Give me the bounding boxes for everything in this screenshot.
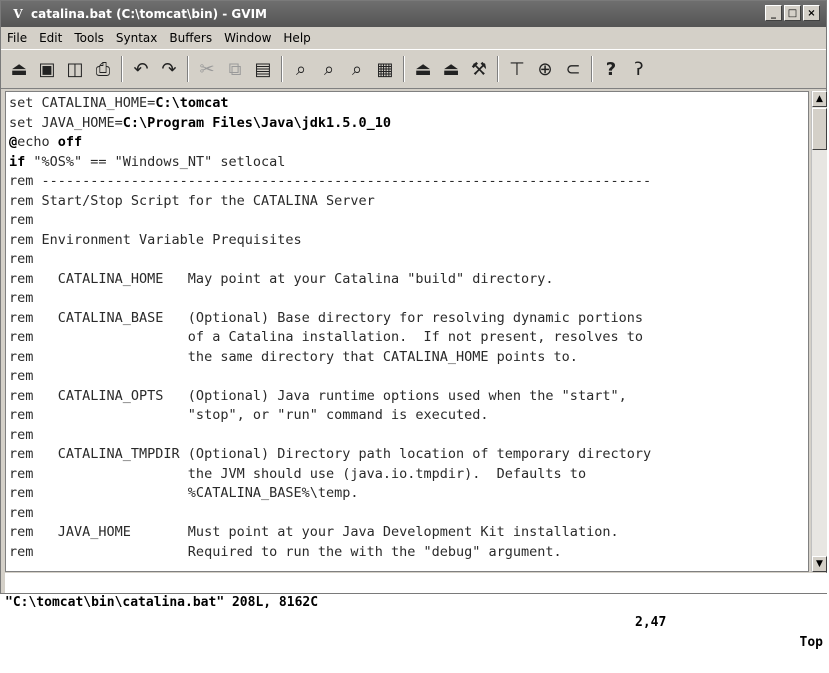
maximize-button[interactable]: □ bbox=[784, 5, 801, 21]
copy-icon[interactable]: ⧉ bbox=[221, 55, 249, 83]
minimize-icon: _ bbox=[771, 7, 776, 19]
buffer-line[interactable]: rem CATALINA_HOME May point at your Cata… bbox=[9, 270, 806, 290]
buffer-line[interactable]: rem CATALINA_BASE (Optional) Base direct… bbox=[9, 309, 806, 329]
window-title: catalina.bat (C:\tomcat\bin) - GVIM bbox=[31, 7, 267, 21]
help-icon[interactable]: ? bbox=[597, 55, 625, 83]
shell-icon[interactable]: ⊤ bbox=[503, 55, 531, 83]
close-icon: × bbox=[807, 7, 816, 19]
menu-syntax[interactable]: Syntax bbox=[110, 31, 163, 45]
save-all-icon[interactable]: ◫ bbox=[61, 55, 89, 83]
find-next-icon[interactable]: ⌕ bbox=[315, 55, 343, 83]
toolbar-separator bbox=[403, 56, 405, 82]
buffer-line[interactable]: rem bbox=[9, 367, 806, 387]
buffer-line[interactable]: if "%OS%" == "Windows_NT" setlocal bbox=[9, 153, 806, 173]
scrollbar-thumb[interactable] bbox=[812, 108, 827, 150]
minimize-button[interactable]: _ bbox=[765, 5, 782, 21]
load-session-icon[interactable]: ▦ bbox=[371, 55, 399, 83]
file-info: "C:\tomcat\bin\catalina.bat" 208L, 8162C bbox=[5, 595, 319, 610]
run-script-icon[interactable]: ⏏ bbox=[437, 55, 465, 83]
find-prev-icon[interactable]: ⌕ bbox=[343, 55, 371, 83]
menu-tools[interactable]: Tools bbox=[68, 31, 110, 45]
text-buffer[interactable]: set CATALINA_HOME=C:\tomcat set JAVA_HOM… bbox=[5, 91, 809, 572]
buffer-line[interactable]: rem bbox=[9, 250, 806, 270]
buffer-line[interactable]: rem "stop", or "run" command is executed… bbox=[9, 406, 806, 426]
buffer-line[interactable]: rem Environment Variable Prequisites bbox=[9, 231, 806, 251]
toolbar-separator bbox=[281, 56, 283, 82]
buffer-line[interactable]: rem CATALINA_TMPDIR (Optional) Directory… bbox=[9, 445, 806, 465]
arrow-down-icon: ▼ bbox=[816, 559, 823, 569]
vim-icon: V bbox=[13, 7, 23, 21]
buffer-line[interactable]: rem of a Catalina installation. If not p… bbox=[9, 328, 806, 348]
arrow-up-icon: ▲ bbox=[816, 94, 823, 104]
make-icon[interactable]: ⚒ bbox=[465, 55, 493, 83]
buffer-line[interactable]: rem the same directory that CATALINA_HOM… bbox=[9, 348, 806, 368]
buffer-line[interactable]: set JAVA_HOME=C:\Program Files\Java\jdk1… bbox=[9, 114, 806, 134]
buffer-line[interactable]: rem Start/Stop Script for the CATALINA S… bbox=[9, 192, 806, 212]
redo-icon[interactable]: ↷ bbox=[155, 55, 183, 83]
buffer-lines: set CATALINA_HOME=C:\tomcat set JAVA_HOM… bbox=[9, 94, 806, 562]
buffer-line[interactable]: rem bbox=[9, 289, 806, 309]
menu-file[interactable]: File bbox=[1, 31, 33, 45]
toolbar-separator bbox=[497, 56, 499, 82]
find-help-icon[interactable]: ʔ bbox=[625, 55, 653, 83]
scroll-position: Top bbox=[799, 635, 823, 650]
buffer-line[interactable]: rem CATALINA_OPTS (Optional) Java runtim… bbox=[9, 387, 806, 407]
save-session-icon[interactable]: ⏏ bbox=[409, 55, 437, 83]
scroll-up-button[interactable]: ▲ bbox=[812, 91, 827, 107]
buffer-line[interactable]: rem bbox=[9, 504, 806, 524]
window-controls: _ □ × bbox=[765, 5, 820, 21]
buffer-line[interactable]: rem JAVA_HOME Must point at your Java De… bbox=[9, 523, 806, 543]
buffer-line[interactable]: rem %CATALINA_BASE%\temp. bbox=[9, 484, 806, 504]
close-button[interactable]: × bbox=[803, 5, 820, 21]
make-tags-icon[interactable]: ⊕ bbox=[531, 55, 559, 83]
toolbar-separator bbox=[121, 56, 123, 82]
menu-buffers[interactable]: Buffers bbox=[163, 31, 218, 45]
gvim-window: V catalina.bat (C:\tomcat\bin) - GVIM _ … bbox=[0, 0, 827, 650]
buffer-line[interactable]: rem bbox=[9, 211, 806, 231]
vertical-scrollbar[interactable]: ▲ ▼ bbox=[811, 91, 827, 572]
paste-icon[interactable]: ▤ bbox=[249, 55, 277, 83]
title-bar[interactable]: V catalina.bat (C:\tomcat\bin) - GVIM _ … bbox=[1, 1, 826, 27]
buffer-line[interactable]: rem Required to run the with the "debug"… bbox=[9, 543, 806, 563]
cut-icon[interactable]: ✂ bbox=[193, 55, 221, 83]
menu-window[interactable]: Window bbox=[218, 31, 277, 45]
buffer-line[interactable]: rem the JVM should use (java.io.tmpdir).… bbox=[9, 465, 806, 485]
toolbar: ⏏ ▣ ◫ ⎙ ↶ ↷ ✂ ⧉ ▤ ⌕ ⌕ ⌕ ▦ ⏏ ⏏ ⚒ ⊤ ⊕ ⊂ ? … bbox=[1, 49, 826, 89]
undo-icon[interactable]: ↶ bbox=[127, 55, 155, 83]
jump-tag-icon[interactable]: ⊂ bbox=[559, 55, 587, 83]
print-icon[interactable]: ⎙ bbox=[89, 55, 117, 83]
open-icon[interactable]: ⏏ bbox=[5, 55, 33, 83]
menu-edit[interactable]: Edit bbox=[33, 31, 68, 45]
buffer-line[interactable]: rem bbox=[9, 426, 806, 446]
buffer-line[interactable]: @echo off bbox=[9, 133, 806, 153]
toolbar-separator bbox=[187, 56, 189, 82]
toolbar-separator bbox=[591, 56, 593, 82]
menu-help[interactable]: Help bbox=[277, 31, 316, 45]
maximize-icon: □ bbox=[787, 7, 798, 19]
command-line: "C:\tomcat\bin\catalina.bat" 208L, 8162C… bbox=[5, 573, 827, 650]
menu-bar: File Edit Tools Syntax Buffers Window He… bbox=[1, 27, 826, 49]
save-icon[interactable]: ▣ bbox=[33, 55, 61, 83]
buffer-line[interactable]: rem ------------------------------------… bbox=[9, 172, 806, 192]
scroll-down-button[interactable]: ▼ bbox=[812, 556, 827, 572]
buffer-line[interactable]: set CATALINA_HOME=C:\tomcat bbox=[9, 94, 806, 114]
cursor-position: 2,47 bbox=[635, 615, 667, 630]
find-icon[interactable]: ⌕ bbox=[287, 55, 315, 83]
